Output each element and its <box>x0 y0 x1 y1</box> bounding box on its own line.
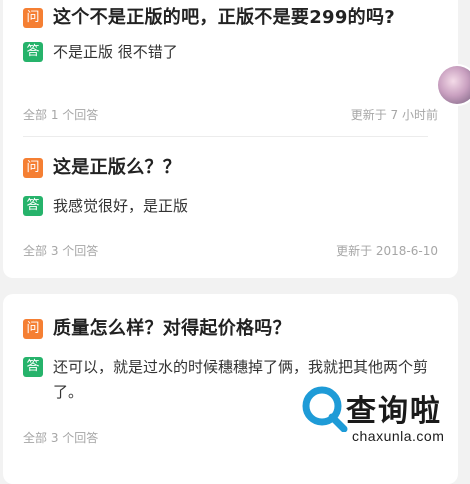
watermark-title: 查询啦 <box>346 394 442 429</box>
question-text[interactable]: 质量怎么样？对得起价格吗？ <box>53 317 291 341</box>
question-tag: 问 <box>23 8 43 28</box>
answer-count-link[interactable]: 全部 3 个回答 <box>23 429 98 446</box>
answer-count-link[interactable]: 全部 3 个回答 <box>23 242 98 259</box>
qa-card-1: 问 这个不是正版的吧，正版不是要299的吗? 答 不是正版 很不错了 全部 1 … <box>3 0 458 278</box>
divider <box>23 136 428 137</box>
question-text[interactable]: 这个不是正版的吧，正版不是要299的吗? <box>53 6 395 30</box>
qa-item-2[interactable]: 问 这是正版么？？ 答 我感觉很好，是正版 全部 3 个回答 更新于 2018-… <box>23 156 438 258</box>
question-tag: 问 <box>23 319 43 339</box>
answer-count-link[interactable]: 全部 1 个回答 <box>23 106 98 123</box>
updated-time: 更新于 7 小时前 <box>350 108 438 122</box>
floating-avatar[interactable] <box>438 66 470 104</box>
answer-tag: 答 <box>23 357 43 377</box>
question-tag: 问 <box>23 158 43 178</box>
qa-item-1[interactable]: 问 这个不是正版的吧，正版不是要299的吗? 答 不是正版 很不错了 全部 1 … <box>23 6 438 137</box>
answer-text[interactable]: 我感觉很好，是正版 <box>53 194 188 219</box>
answer-tag: 答 <box>23 42 43 62</box>
updated-time: 更新于 2018-6-10 <box>336 244 438 258</box>
question-text[interactable]: 这是正版么？？ <box>53 156 181 180</box>
site-watermark: 查询啦 chaxunla.com <box>300 382 470 452</box>
watermark-url: chaxunla.com <box>352 428 445 444</box>
magnifier-logo-icon <box>302 386 348 432</box>
answer-tag: 答 <box>23 196 43 216</box>
answer-text[interactable]: 不是正版 很不错了 <box>53 40 178 65</box>
